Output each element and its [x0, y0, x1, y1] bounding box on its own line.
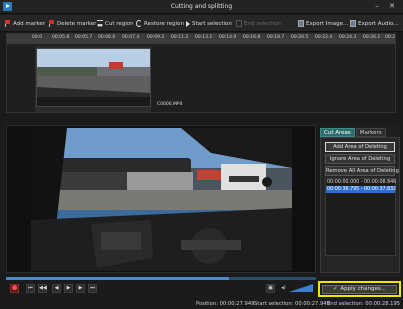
tick-label: 00:24.3 [339, 35, 357, 40]
scissors-icon [97, 20, 103, 27]
tick-label: 00:05.8 [52, 35, 70, 40]
status-position: Position: 00:00:27.949 [196, 301, 255, 307]
tick-label: 00:14.9 [219, 35, 237, 40]
toolbar: Add marker Delete marker Cut region Rest… [0, 15, 403, 32]
rewind-button[interactable]: ◀◀ [38, 284, 47, 293]
tick-label: 00:2 [385, 35, 396, 40]
apply-highlight: ✔ Apply changes... [318, 281, 401, 297]
clip-thumbnail[interactable] [36, 48, 151, 107]
end-selection-button[interactable]: End selection [236, 18, 281, 29]
status-end-selection: End selection: 00:00:28.195 [327, 301, 401, 307]
window-title: Cutting and splitting [170, 3, 233, 10]
tick-label: 00:09.2 [147, 35, 165, 40]
restore-icon [136, 20, 142, 27]
play-button[interactable]: ▶ [64, 284, 73, 293]
apply-changes-button[interactable]: ✔ Apply changes... [322, 285, 397, 294]
image-icon [298, 20, 304, 27]
tick-label: 00:22.4 [315, 35, 333, 40]
add-area-button[interactable]: Add Area of Deleting [325, 142, 395, 152]
tick-label: 00:26.1 [363, 35, 381, 40]
end-selection-icon [236, 20, 242, 27]
snapshot-button[interactable]: ▣ [266, 284, 275, 293]
delete-marker-button[interactable]: Delete marker [49, 18, 96, 29]
tick-label: 00:05.7 [75, 35, 93, 40]
status-bar: Position: 00:00:27.949 Start selection: … [0, 300, 403, 309]
tick-label: 00:11.2 [171, 35, 189, 40]
export-image-button[interactable]: Export Image... [298, 18, 348, 29]
video-frame [31, 128, 292, 271]
flag-icon [5, 20, 11, 27]
close-icon[interactable]: ✕ [387, 2, 397, 11]
audio-icon [350, 20, 356, 27]
start-selection-icon [186, 20, 190, 27]
export-audio-button[interactable]: Export Audio... [350, 18, 399, 29]
cut-areas-content: Add Area of Deleting Ignore Area of Dele… [320, 137, 400, 273]
check-icon: ✔ [333, 286, 338, 292]
step-forward-button[interactable]: ▶ [76, 284, 85, 293]
progress-fill [6, 277, 230, 280]
cut-areas-list[interactable]: 00:00:00.000 - 00:00:08.846 00:00:36.795… [325, 178, 396, 256]
video-player[interactable] [6, 125, 316, 273]
step-back-button[interactable]: ◀ [52, 284, 61, 293]
skip-start-button[interactable]: ⏮ [26, 284, 35, 293]
cut-areas-panel: Cut Areas Markers Add Area of Deleting I… [320, 125, 400, 277]
clip-thumbnail-image [37, 49, 150, 106]
tick-label: 00:0 [32, 35, 43, 40]
skip-end-button[interactable]: ⏭ [88, 284, 97, 293]
start-selection-button[interactable]: Start selection [186, 18, 232, 29]
time-ruler[interactable]: 00:0 00:05.8 00:05.7 00:06.6 00:07.4 00:… [7, 34, 395, 45]
clip-name: C0006.MP4 [157, 102, 183, 107]
tick-label: 00:18.7 [267, 35, 285, 40]
tab-markers[interactable]: Markers [355, 128, 386, 137]
flag-delete-icon [49, 20, 55, 27]
panel-tabs: Cut Areas Markers [320, 128, 386, 137]
restore-region-button[interactable]: Restore region [136, 18, 184, 29]
volume-icon[interactable]: ◂) [279, 284, 288, 293]
camera-icon: ▣ [268, 285, 273, 291]
record-button[interactable]: ⬤ [10, 284, 19, 293]
tick-label: 00:16.8 [243, 35, 261, 40]
status-start-selection: Start selection: 00:00:27.949 [254, 301, 330, 307]
cut-region-button[interactable]: Cut region [97, 18, 134, 29]
list-item[interactable]: 00:00:00.000 - 00:00:08.846 [326, 179, 396, 186]
tick-label: 00:13.1 [195, 35, 213, 40]
add-marker-button[interactable]: Add marker [5, 18, 45, 29]
video-frame-image [31, 128, 292, 271]
tick-label: 00:06.6 [98, 35, 116, 40]
record-icon: ⬤ [11, 285, 18, 291]
tab-cut-areas[interactable]: Cut Areas [320, 128, 355, 137]
timeline[interactable]: 00:0 00:05.8 00:05.7 00:06.6 00:07.4 00:… [6, 33, 396, 113]
tick-label: 00:07.4 [122, 35, 140, 40]
tick-label: 00:20.5 [291, 35, 309, 40]
remove-all-button[interactable]: Remove All Area of Deleting [325, 166, 399, 176]
volume-slider[interactable] [289, 284, 313, 293]
list-item-selected[interactable]: 00:00:36.795 - 00:00:37.832 [326, 186, 396, 193]
minimize-icon[interactable]: – [372, 2, 382, 11]
playback-progress[interactable] [6, 277, 316, 280]
title-bar: Cutting and splitting – ✕ [0, 0, 403, 14]
ignore-area-button[interactable]: Ignore Area of Deleting [325, 154, 395, 164]
